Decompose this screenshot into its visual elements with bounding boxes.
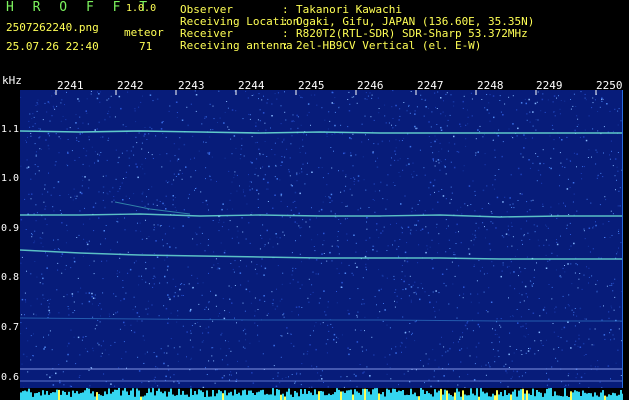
signal-trace [20, 317, 623, 322]
signal-trace [20, 130, 623, 134]
y-tick-label: 0.9 [1, 223, 20, 234]
spectrogram [20, 90, 623, 396]
antenna-value: 2el-HB9CV Vertical (el. E-W) [296, 39, 482, 52]
antenna-colon: : [282, 39, 289, 52]
meteor-count: 71 [139, 40, 153, 53]
signal-trace [114, 201, 191, 215]
spectrogram-image [20, 90, 623, 396]
y-tick-label: 0.7 [1, 322, 20, 333]
hrofft-window: H R O F F T 1.0.0 2507262240.png meteor … [0, 0, 629, 400]
antenna-label: Receiving antenna [180, 39, 293, 52]
date-time: 25.07.26 22:40 [6, 40, 99, 53]
app-version: 1.0.0 [126, 3, 157, 14]
y-tick-label: 0.6 [1, 372, 20, 383]
right-edge-line [622, 90, 623, 396]
axis-tick-marks [55, 90, 597, 95]
noise-speckle [20, 90, 623, 396]
file-name: 2507262240.png [6, 21, 99, 34]
y-tick-label: 1.0 [1, 173, 20, 184]
meteor-label: meteor [124, 26, 164, 39]
y-axis-unit: kHz [2, 74, 22, 87]
y-tick-label: 0.8 [1, 272, 20, 283]
noise-level-bar [20, 388, 623, 400]
y-tick-label: 1.1 [1, 124, 20, 135]
signal-trace [20, 213, 623, 218]
